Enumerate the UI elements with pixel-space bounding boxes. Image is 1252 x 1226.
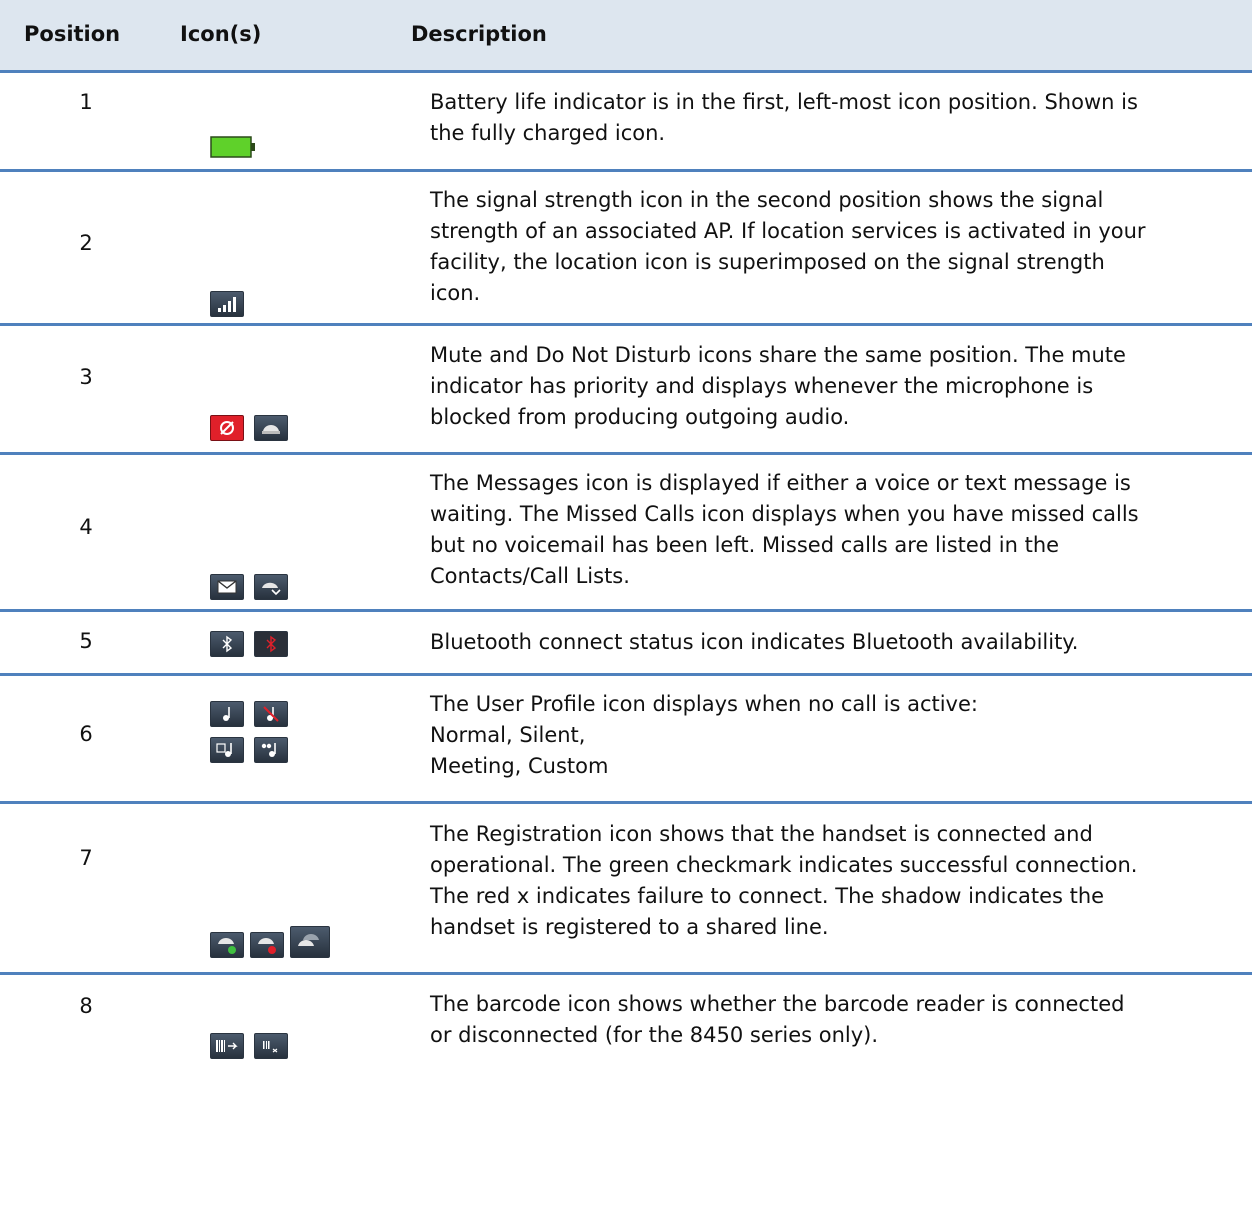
row-position: 4	[79, 515, 93, 539]
row-icons	[210, 136, 256, 158]
description-line: indicator has priority and displays when…	[430, 374, 1094, 398]
description-line: icon.	[430, 281, 481, 305]
description-line: the fully charged icon.	[430, 121, 666, 145]
row-icons	[210, 1033, 288, 1059]
row-description: The Registration icon shows that the han…	[430, 819, 1232, 943]
description-line: but no voicemail has been left. Missed c…	[430, 533, 1060, 557]
description-line: The barcode icon shows whether the barco…	[430, 992, 1125, 1016]
bluetooth-connected-icon	[210, 631, 244, 657]
bluetooth-disconnected-icon	[254, 631, 288, 657]
signal-strength-icon	[210, 291, 244, 317]
description-line: handset is registered to a shared line.	[430, 915, 829, 939]
table-row: 3 Mute and Do Not Disturb icons share th…	[0, 326, 1252, 455]
description-line: The User Profile icon displays when no c…	[430, 692, 978, 716]
description-line: The Registration icon shows that the han…	[430, 822, 1093, 846]
header-description: Description	[411, 22, 547, 46]
barcode-disconnected-icon	[254, 1033, 288, 1059]
description-line: The signal strength icon in the second p…	[430, 188, 1104, 212]
row-description: The signal strength icon in the second p…	[430, 185, 1232, 309]
row-icons	[210, 291, 244, 317]
description-line: Contacts/Call Lists.	[430, 564, 630, 588]
description-line: waiting. The Missed Calls icon displays …	[430, 502, 1139, 526]
table-row: 5 Bluetooth connect status icon indicate…	[0, 612, 1252, 676]
profile-custom-icon	[254, 737, 288, 763]
status-icons-table: Position Icon(s) Description 1 Battery l…	[0, 0, 1252, 1076]
row-icons	[210, 926, 330, 958]
header-position: Position	[24, 22, 121, 46]
row-position: 3	[79, 365, 93, 389]
row-position: 7	[79, 846, 93, 870]
do-not-disturb-icon	[254, 415, 288, 441]
row-position: 5	[79, 629, 93, 653]
description-line: The Messages icon is displayed if either…	[430, 471, 1131, 495]
profile-silent-icon	[254, 701, 288, 727]
description-line: Battery life indicator is in the first, …	[430, 90, 1138, 114]
description-line: or disconnected (for the 8450 series onl…	[430, 1023, 879, 1047]
table-row: 4 The Messages icon is displayed if eith…	[0, 455, 1252, 612]
messages-icon	[210, 574, 244, 600]
row-description: The User Profile icon displays when no c…	[430, 689, 1232, 782]
row-icons	[210, 415, 288, 441]
profile-normal-icon	[210, 701, 244, 727]
description-line: The red x indicates failure to connect. …	[430, 884, 1105, 908]
row-description: Battery life indicator is in the first, …	[430, 87, 1232, 149]
description-line: strength of an associated AP. If locatio…	[430, 219, 1146, 243]
row-description: The Messages icon is displayed if either…	[430, 468, 1232, 592]
description-line: blocked from producing outgoing audio.	[430, 405, 850, 429]
description-line: Bluetooth connect status icon indicates …	[430, 630, 1079, 654]
row-position: 2	[79, 231, 93, 255]
barcode-connected-icon	[210, 1033, 244, 1059]
header-icons: Icon(s)	[180, 22, 262, 46]
row-position: 8	[79, 994, 93, 1018]
registration-shared-line-icon	[290, 926, 330, 958]
description-line: Mute and Do Not Disturb icons share the …	[430, 343, 1126, 367]
description-line: Normal, Silent,	[430, 723, 586, 747]
registration-success-icon	[210, 932, 244, 958]
table-row: 6 The User Profile icon displays when no…	[0, 676, 1252, 804]
row-icons	[210, 574, 288, 600]
row-position: 6	[79, 722, 93, 746]
description-line: facility, the location icon is superimpo…	[430, 250, 1105, 274]
row-description: The barcode icon shows whether the barco…	[430, 989, 1232, 1051]
row-description: Bluetooth connect status icon indicates …	[430, 627, 1232, 658]
table-row: 7 The Registration icon shows that the h…	[0, 804, 1252, 975]
mute-icon	[210, 415, 244, 441]
row-position: 1	[79, 90, 93, 114]
battery-full-icon	[210, 136, 256, 158]
row-icons	[210, 701, 320, 763]
table-header: Position Icon(s) Description	[0, 0, 1252, 73]
registration-failure-icon	[250, 932, 284, 958]
row-description: Mute and Do Not Disturb icons share the …	[430, 340, 1232, 433]
table-row: 1 Battery life indicator is in the first…	[0, 73, 1252, 172]
row-icons	[210, 631, 288, 657]
table-row: 2 The signal strength icon in the second…	[0, 172, 1252, 326]
description-line: operational. The green checkmark indicat…	[430, 853, 1138, 877]
missed-calls-icon	[254, 574, 288, 600]
table-row: 8 The barcode icon shows whether the bar…	[0, 975, 1252, 1076]
description-line: Meeting, Custom	[430, 754, 609, 778]
profile-meeting-icon	[210, 737, 244, 763]
